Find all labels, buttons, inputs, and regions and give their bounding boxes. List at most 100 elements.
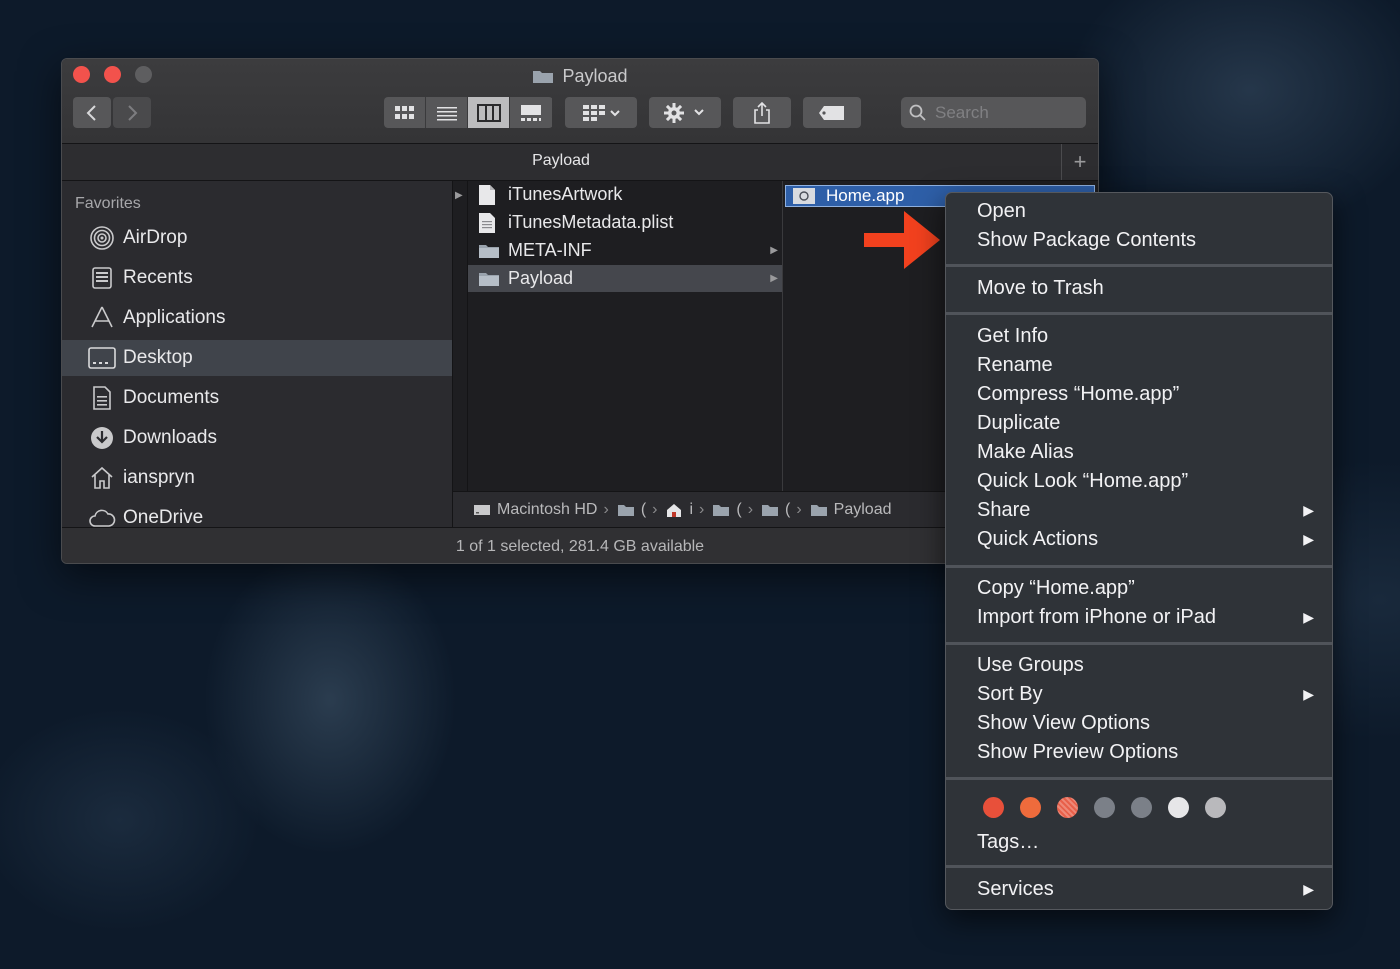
sidebar-item-onedrive[interactable]: OneDrive: [62, 500, 452, 527]
list-item-itunesmetadata[interactable]: iTunesMetadata.plist: [468, 209, 782, 236]
sidebar-item-label: AirDrop: [123, 227, 188, 248]
folder-icon: [617, 504, 634, 516]
desktop-icon: [88, 344, 116, 372]
path-item[interactable]: (: [761, 501, 790, 519]
menu-item-share[interactable]: Share ▶: [946, 496, 1332, 525]
sidebar-item-applications[interactable]: Applications: [62, 300, 452, 336]
action-menu-button[interactable]: [649, 97, 721, 128]
sidebar-item-home[interactable]: ianspryn: [62, 460, 452, 496]
search-icon: [909, 104, 926, 121]
menu-item-copy[interactable]: Copy “Home.app”: [946, 574, 1332, 603]
menu-item-label: Services: [977, 878, 1054, 900]
list-item-label: iTunesArtwork: [508, 184, 623, 204]
menu-item-services[interactable]: Services ▶: [946, 875, 1332, 904]
sidebar-item-label: Recents: [123, 267, 193, 288]
group-by-button[interactable]: [565, 97, 637, 128]
submenu-arrow-icon: ▶: [1303, 609, 1314, 625]
window-title-text: Payload: [562, 66, 628, 86]
menu-item-show-view-options[interactable]: Show View Options: [946, 709, 1332, 738]
menu-separator: [946, 642, 1332, 645]
list-item-label: META-INF: [508, 240, 592, 260]
share-icon: [754, 101, 770, 124]
menu-item-label: Import from iPhone or iPad: [977, 606, 1216, 628]
file-icon: [478, 184, 500, 206]
tags-button[interactable]: [803, 97, 861, 128]
menu-item-sort-by[interactable]: Sort By ▶: [946, 680, 1332, 709]
path-item-home[interactable]: i: [665, 501, 693, 519]
menu-item-quick-look[interactable]: Quick Look “Home.app”: [946, 467, 1332, 496]
tag-gray-button[interactable]: [1205, 797, 1226, 818]
list-item-label: Home.app: [826, 186, 905, 205]
list-view-button[interactable]: [426, 97, 468, 128]
search-input[interactable]: [933, 101, 1077, 124]
menu-item-duplicate[interactable]: Duplicate: [946, 409, 1332, 438]
gallery-view-button[interactable]: [510, 97, 552, 128]
submenu-arrow-icon: ▶: [1303, 531, 1314, 547]
menu-item-quick-actions[interactable]: Quick Actions ▶: [946, 525, 1332, 554]
column-previous: ▶: [453, 181, 468, 491]
sidebar-item-airdrop[interactable]: AirDrop: [62, 220, 452, 256]
path-item-payload[interactable]: Payload: [810, 501, 892, 519]
tag-red-button[interactable]: [983, 797, 1004, 818]
menu-item-show-package-contents[interactable]: Show Package Contents: [946, 226, 1332, 255]
list-item-itunesartwork[interactable]: iTunesArtwork: [468, 181, 782, 208]
menu-item-label: Share: [977, 499, 1031, 521]
path-item-macintosh-hd[interactable]: Macintosh HD: [473, 501, 597, 519]
back-button[interactable]: [73, 97, 111, 128]
menu-item-make-alias[interactable]: Make Alias: [946, 438, 1332, 467]
window-title: Payload: [62, 65, 1098, 87]
path-item[interactable]: (: [712, 501, 742, 519]
disclosure-arrow-icon: ▶: [770, 245, 778, 256]
menu-separator: [946, 565, 1332, 568]
app-icon: [792, 187, 816, 205]
icon-view-button[interactable]: [384, 97, 426, 128]
menu-item-move-to-trash[interactable]: Move to Trash: [946, 274, 1332, 303]
sidebar-item-label: Documents: [123, 387, 220, 408]
home-icon: [667, 503, 682, 517]
sidebar-item-desktop[interactable]: Desktop: [62, 340, 452, 376]
view-mode-control: [384, 97, 553, 128]
tag-yellow-button[interactable]: [1057, 797, 1078, 818]
list-item-payload[interactable]: Payload ▶: [468, 265, 782, 292]
tab-bar: Payload +: [62, 144, 1098, 181]
forward-button[interactable]: [113, 97, 151, 128]
share-button[interactable]: [733, 97, 791, 128]
folder-icon: [533, 71, 554, 83]
menu-item-use-groups[interactable]: Use Groups: [946, 651, 1332, 680]
menu-item-show-preview-options[interactable]: Show Preview Options: [946, 738, 1332, 767]
search-field[interactable]: [901, 97, 1086, 128]
group-grid-icon: [583, 104, 620, 121]
path-separator: ›: [796, 500, 802, 518]
chevron-right-icon: [128, 104, 138, 121]
menu-item-compress[interactable]: Compress “Home.app”: [946, 380, 1332, 409]
sidebar-item-documents[interactable]: Documents: [62, 380, 452, 416]
tag-orange-button[interactable]: [1020, 797, 1041, 818]
downloads-icon: [88, 424, 116, 452]
path-item[interactable]: (: [617, 501, 646, 519]
disclosure-arrow-icon: ▶: [455, 190, 463, 201]
menu-separator: [946, 312, 1332, 315]
sidebar-item-label: ianspryn: [123, 467, 195, 488]
menu-item-open[interactable]: Open: [946, 197, 1332, 226]
tab-payload[interactable]: Payload: [62, 152, 1060, 170]
folder-icon: [478, 268, 500, 290]
list-item-meta-inf[interactable]: META-INF ▶: [468, 237, 782, 264]
menu-item-rename[interactable]: Rename: [946, 351, 1332, 380]
menu-item-import-from-iphone[interactable]: Import from iPhone or iPad ▶: [946, 603, 1332, 632]
tag-blue-button[interactable]: [1131, 797, 1152, 818]
tag-green-button[interactable]: [1094, 797, 1115, 818]
sidebar-item-downloads[interactable]: Downloads: [62, 420, 452, 456]
menu-item-get-info[interactable]: Get Info: [946, 322, 1332, 351]
menu-item-tags[interactable]: Tags…: [946, 828, 1332, 857]
title-bar: Payload: [62, 59, 1098, 144]
sidebar: Favorites AirDrop Recents Applications D…: [62, 181, 452, 527]
tag-purple-button[interactable]: [1168, 797, 1189, 818]
submenu-arrow-icon: ▶: [1303, 502, 1314, 518]
column-view-button[interactable]: [468, 97, 510, 128]
new-tab-button[interactable]: +: [1061, 144, 1098, 180]
annotation-arrow-icon: [864, 211, 940, 269]
sidebar-item-recents[interactable]: Recents: [62, 260, 452, 296]
columns-icon: [476, 103, 501, 122]
disclosure-arrow-icon: ▶: [770, 273, 778, 284]
status-bar: 1 of 1 selected, 281.4 GB available: [62, 527, 1098, 563]
